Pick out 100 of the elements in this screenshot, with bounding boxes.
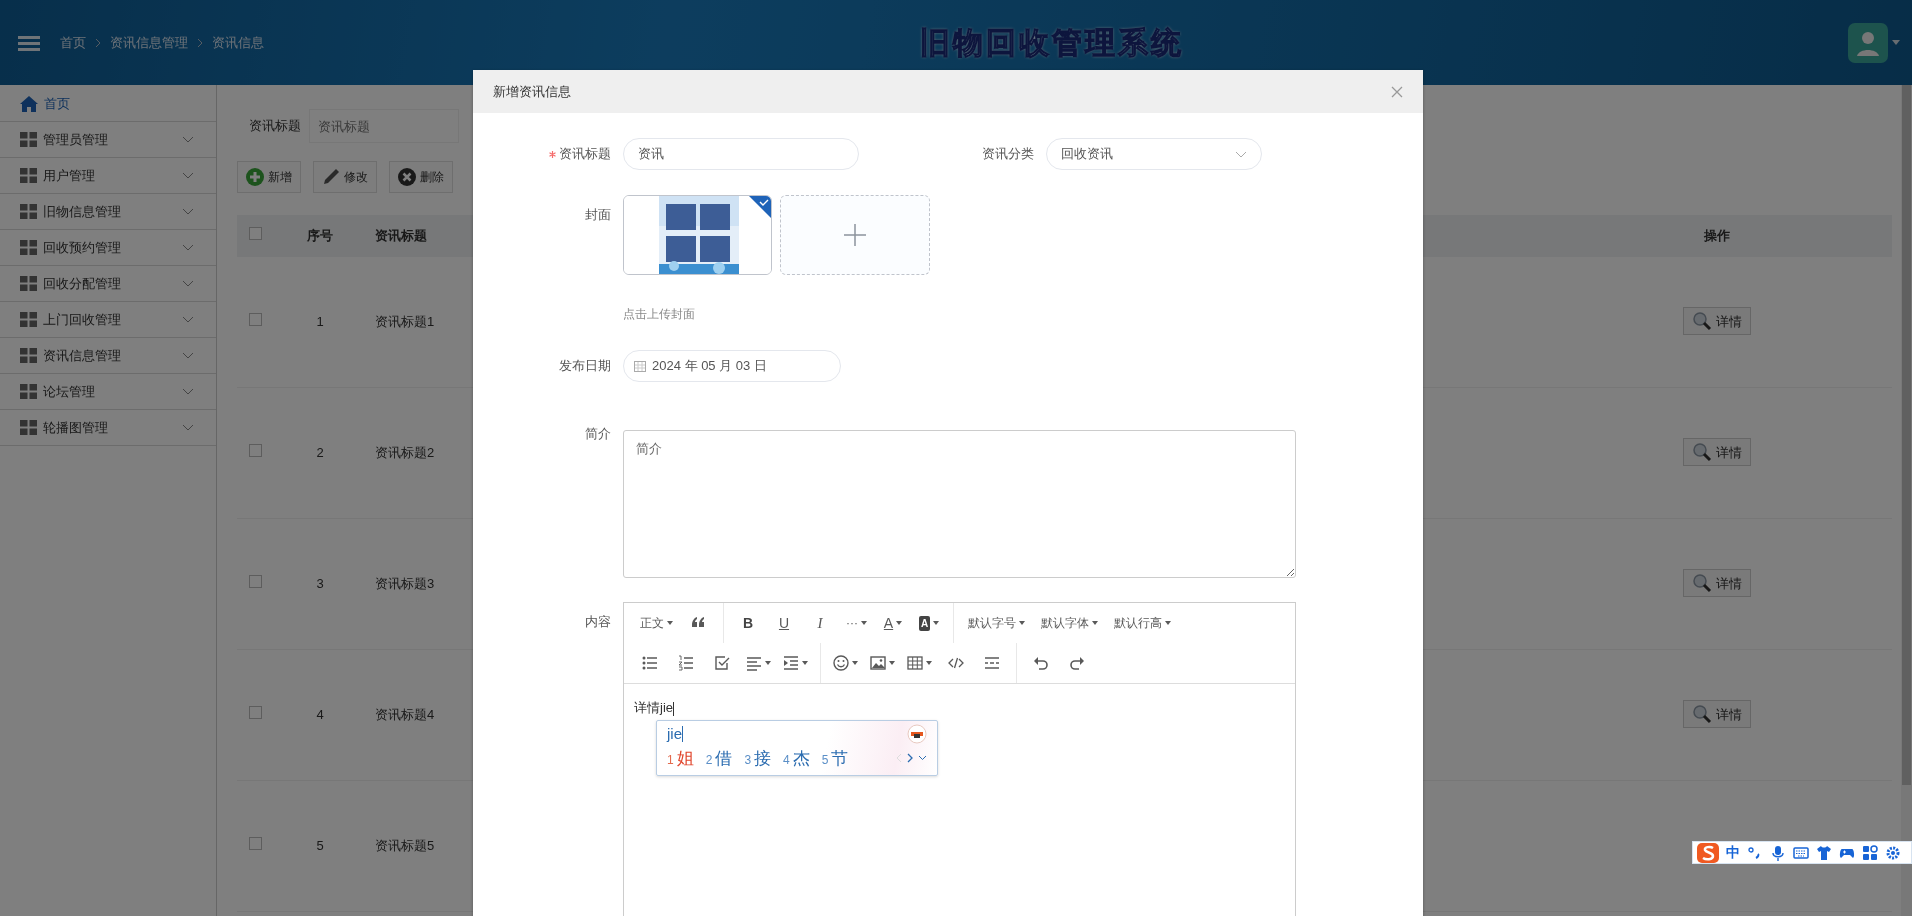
checkbox[interactable] [249,575,262,589]
close-icon[interactable] [1391,85,1403,98]
editor-text: 详情jie [634,700,673,715]
field-label: 简介 [585,425,611,443]
checkbox[interactable] [249,706,262,720]
sidebar-item[interactable]: 回收分配管理 [0,266,216,302]
keyboard-icon[interactable] [1793,844,1809,861]
magnifier-icon [1692,311,1712,332]
grid-icon [20,240,37,255]
calendar-icon [634,360,646,372]
checkbox-icon [714,655,730,671]
checkbox[interactable] [249,837,262,851]
details-button[interactable]: 详情 [1683,569,1751,598]
horizontal-rule-icon [984,655,1000,671]
sidebar-item[interactable]: 首页 [0,86,216,122]
sidebar-item[interactable]: 资讯信息管理 [0,338,216,374]
input-field[interactable]: 资讯 [623,138,859,170]
highlight-button[interactable]: A [911,607,947,639]
grid-icon [20,312,37,327]
candidate-item[interactable]: 4 杰 [783,745,810,771]
plus-icon [843,223,867,247]
heading-dropdown[interactable]: 正文 [632,607,681,639]
table-cell: 资讯标题5 [375,838,435,854]
select-field[interactable]: 回收资讯 [1046,138,1262,170]
next-page-icon[interactable] [907,753,913,764]
hint-text: 点击上传封面 [623,306,695,323]
candidate-item[interactable]: 2 借 [705,745,733,771]
table-cell: 1 [316,314,324,330]
chevron-icon [94,37,102,48]
scrollbar[interactable] [1901,85,1912,916]
grid-icon [20,168,37,183]
font-size-dropdown[interactable]: 默认字号 [960,607,1033,639]
checkbox[interactable] [249,313,262,327]
details-button[interactable]: 详情 [1683,307,1751,336]
sidebar-item[interactable]: 管理员管理 [0,122,216,158]
bold-button[interactable]: B [730,607,766,639]
gear-icon[interactable] [1885,844,1901,861]
input-mode-toggle[interactable]: 中 [1726,842,1740,863]
microphone-icon[interactable] [1770,844,1786,861]
underline-button[interactable]: U [766,607,802,639]
shirt-icon[interactable] [1816,844,1832,861]
pencil-icon [322,168,340,186]
breadcrumb-link[interactable]: 资讯信息管理 [110,32,188,53]
font-color-button[interactable]: A [875,607,911,639]
redo-icon [1069,655,1085,671]
column-header: 序号 [307,228,333,244]
table-cell: 资讯标题2 [375,445,435,461]
search-label: 资讯标题 [248,117,302,136]
expand-icon[interactable] [918,755,927,762]
delete-button[interactable]: 删除 [389,161,453,193]
grid-icon [20,132,37,147]
search-field[interactable]: 资讯标题 [309,109,459,143]
table-cell: 4 [316,707,324,723]
sidebar-item[interactable]: 论坛管理 [0,374,216,410]
grid-icon [20,204,37,219]
indent-icon [783,655,799,671]
delete-circle-icon [398,168,416,186]
undo-icon [1033,655,1049,671]
table-cell: 2 [316,445,324,461]
sidebar-item[interactable]: 上门回收管理 [0,302,216,338]
chevron-down-icon [182,136,194,143]
menu-icon[interactable] [18,33,40,52]
more-button[interactable]: ··· [838,607,875,639]
caret-icon[interactable] [1892,39,1900,46]
candidate-item[interactable]: 5 节 [821,745,849,771]
candidate-item[interactable]: 3 接 [744,745,772,771]
magnifier-icon [1692,704,1712,725]
checkbox[interactable] [249,444,262,458]
chevron-down-icon [182,244,194,251]
grid-icon [20,420,37,435]
font-family-dropdown[interactable]: 默认字体 [1033,607,1106,639]
image-icon [870,655,886,671]
field-label: 封面 [585,206,611,224]
table-icon [907,655,923,671]
add-button[interactable]: 新增 [237,161,301,193]
field-label: 资讯标题 [559,145,611,164]
italic-button[interactable]: I [802,607,838,639]
chevron-down-icon [182,316,194,323]
sidebar-item[interactable]: 回收预约管理 [0,230,216,266]
text-area[interactable]: 简介 [623,430,1296,578]
checkbox[interactable] [249,227,262,241]
avatar-icon[interactable] [1848,22,1888,63]
breadcrumb-link[interactable]: 资讯信息 [212,32,264,53]
details-button[interactable]: 详情 [1683,438,1751,467]
sidebar-item[interactable]: 轮播图管理 [0,410,216,446]
grid-icon[interactable] [1862,844,1878,861]
magnifier-icon [1692,442,1712,463]
candidate-item[interactable]: 1 姐 [667,745,694,771]
date-field[interactable]: 2024 年 05 月 03 日 [623,350,841,382]
chevron-down-icon [182,352,194,359]
column-header: 操作 [1704,228,1730,244]
sidebar-item[interactable]: 旧物信息管理 [0,194,216,230]
details-button[interactable]: 详情 [1683,700,1751,729]
line-height-dropdown[interactable]: 默认行高 [1106,607,1179,639]
chevron-down-icon [182,388,194,395]
column-header: 资讯标题 [375,228,427,244]
edit-button[interactable]: 修改 [313,161,377,193]
breadcrumb-link[interactable]: 首页 [60,32,86,53]
sidebar-item[interactable]: 用户管理 [0,158,216,194]
numbered-list-icon [678,655,694,671]
